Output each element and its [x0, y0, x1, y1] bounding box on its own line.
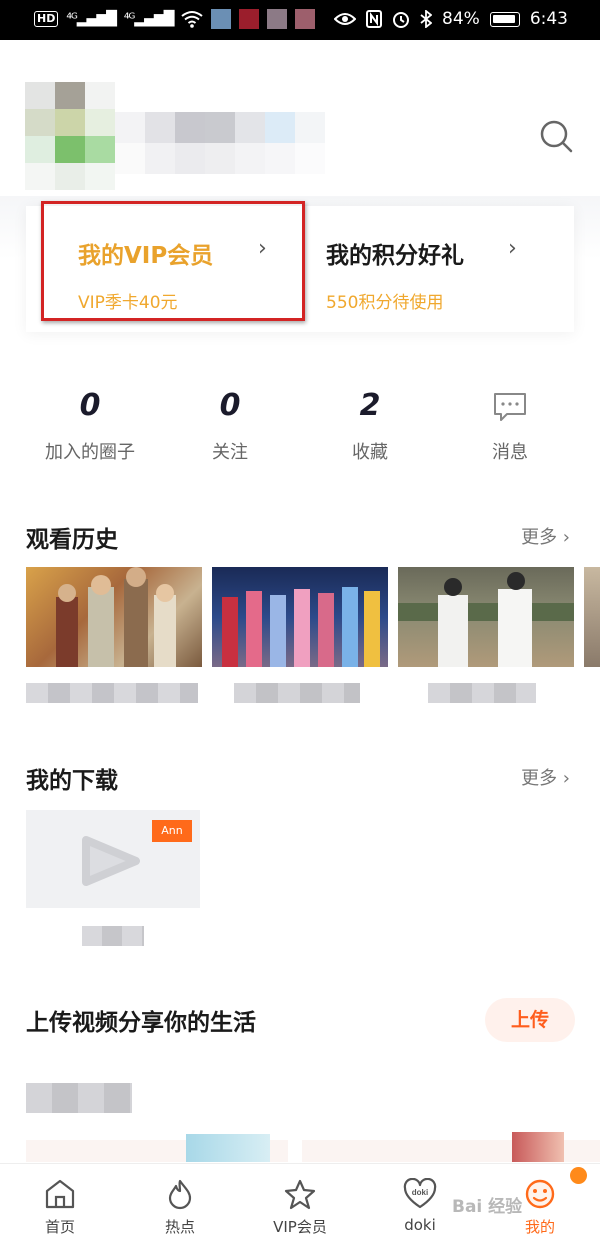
bluetooth-icon [420, 10, 433, 28]
tab-doki[interactable]: doki doki [380, 1178, 460, 1234]
thumbnail-art [222, 587, 380, 667]
download-badge: Ann [152, 820, 192, 842]
notification-icon [267, 9, 288, 29]
history-caption [428, 683, 536, 703]
message-icon [494, 393, 526, 421]
interest-card-art [512, 1132, 564, 1162]
watermark: Bai 经验 [452, 1197, 523, 1217]
highlight-annotation [41, 201, 305, 321]
notification-dot [570, 1167, 587, 1184]
stat-label: 加入的圈子 [45, 442, 135, 463]
stat-label: 收藏 [352, 442, 388, 463]
tab-hot[interactable]: 热点 [140, 1178, 220, 1237]
upload-title: 上传视频分享你的生活 [26, 1010, 256, 1036]
status-bar: HD ⁴ᴳ▂▄▆█ ⁴ᴳ▂▄▆█ 84% 6:43 [0, 0, 600, 40]
history-thumbnail[interactable] [26, 567, 202, 667]
wifi-icon [181, 11, 203, 28]
stat-label: 关注 [212, 442, 248, 463]
eye-icon [334, 13, 357, 25]
status-right: 84% 6:43 [334, 9, 568, 29]
signal-icon: ⁴ᴳ▂▄▆█ [66, 11, 117, 27]
stat-value: 2 [359, 388, 381, 423]
history-caption [234, 683, 360, 703]
tab-vip[interactable]: VIP会员 [260, 1178, 340, 1237]
search-icon[interactable] [538, 118, 574, 154]
download-caption [82, 926, 144, 946]
history-more-link[interactable]: 更多 › [521, 523, 570, 549]
signal-icon-2: ⁴ᴳ▂▄▆█ [123, 11, 175, 27]
history-title: 观看历史 [26, 527, 118, 553]
interest-cards [26, 1132, 600, 1162]
stat-messages[interactable]: 消息 [440, 380, 580, 464]
history-thumbnail[interactable] [212, 567, 388, 667]
nfc-icon [366, 10, 383, 28]
flame-icon [168, 1179, 192, 1210]
stat-circles[interactable]: 0 加入的圈子 [20, 380, 160, 464]
status-left: HD ⁴ᴳ▂▄▆█ ⁴ᴳ▂▄▆█ [34, 9, 316, 29]
interest-section-title [26, 1083, 132, 1113]
notification-icon [295, 9, 316, 29]
avatar[interactable] [25, 82, 115, 190]
tab-label: 首页 [44, 1218, 75, 1236]
downloads-more-link[interactable]: 更多 › [521, 764, 570, 790]
downloads-title: 我的下载 [26, 768, 118, 794]
battery-icon [489, 11, 520, 27]
home-icon [45, 1179, 75, 1209]
history-caption [26, 683, 198, 703]
alarm-icon [393, 12, 410, 28]
interest-card-art [186, 1134, 270, 1162]
history-list [26, 567, 600, 677]
tab-home[interactable]: 首页 [20, 1178, 100, 1237]
svg-text:doki: doki [412, 1188, 428, 1197]
stat-following[interactable]: 0 关注 [160, 380, 300, 464]
tab-label: 我的 [524, 1218, 555, 1236]
chevron-right-icon: › [508, 236, 517, 261]
username [115, 112, 325, 174]
history-thumbnail[interactable] [584, 567, 600, 667]
tab-label: 热点 [164, 1218, 195, 1236]
points-card-subtitle: 550积分待使用 [326, 293, 444, 313]
tab-label: VIP会员 [273, 1218, 327, 1236]
notification-icon [239, 9, 260, 29]
stat-value: 0 [219, 388, 241, 423]
points-card-title: 我的积分好礼 [326, 243, 464, 269]
stat-value: 0 [79, 388, 101, 423]
battery-percent: 84% [442, 9, 480, 29]
tab-label: doki [404, 1216, 436, 1234]
hd-badge: HD [34, 11, 59, 27]
history-thumbnail[interactable] [398, 567, 574, 667]
notification-icon [211, 9, 232, 29]
stats-row: 0 加入的圈子 0 关注 2 收藏 消息 [0, 380, 600, 470]
upload-button[interactable]: 上传 [485, 998, 575, 1042]
doki-heart-icon: doki [403, 1178, 437, 1209]
stat-favorites[interactable]: 2 收藏 [300, 380, 440, 464]
face-icon [525, 1179, 555, 1209]
points-card[interactable]: 我的积分好礼 › 550积分待使用 [300, 206, 574, 332]
star-icon [284, 1179, 316, 1210]
thumbnail-art [398, 572, 574, 667]
thumbnail-art [56, 567, 176, 667]
stat-label: 消息 [492, 442, 528, 463]
clock: 6:43 [529, 9, 568, 29]
